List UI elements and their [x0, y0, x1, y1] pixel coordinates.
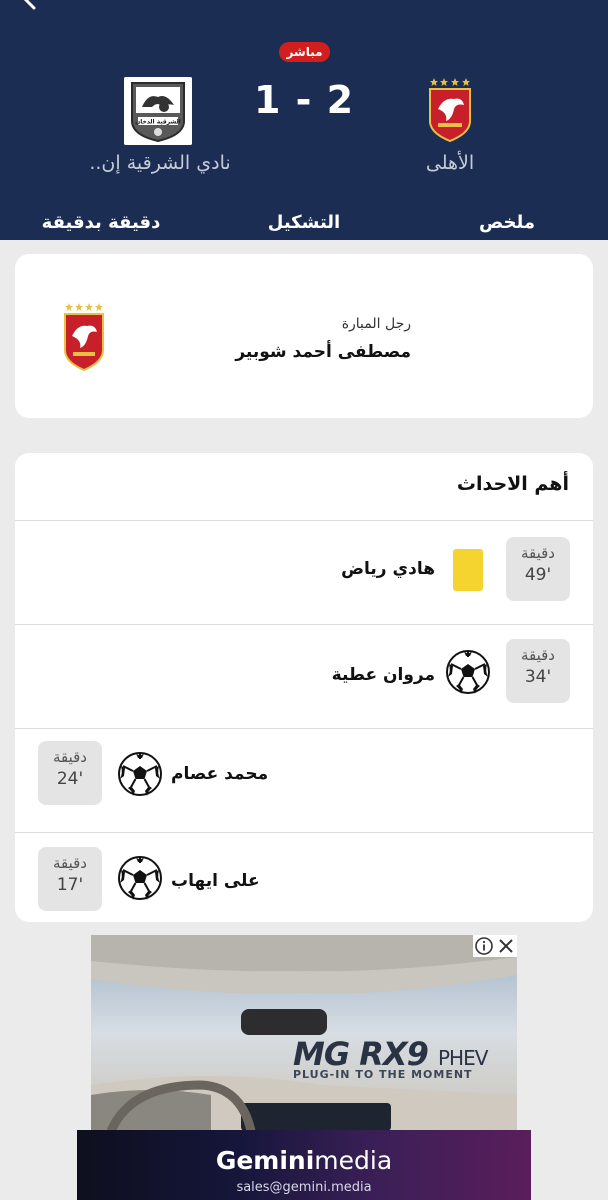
ad-close-icon[interactable] [495, 935, 517, 957]
ad-tagline: PLUG-IN TO THE MOMENT [293, 1068, 473, 1081]
man-of-match-card[interactable]: رجل المبارة مصطفى أحمد شوبير [15, 254, 593, 418]
event-row[interactable]: دقيقة 34' مروان عطية [15, 624, 593, 728]
minute-box: دقيقة 49' [506, 537, 570, 601]
event-player-name: على ايهاب [171, 871, 260, 891]
svg-text:الشرقية الدخان: الشرقية الدخان [135, 119, 181, 126]
tab-lineup[interactable]: التشكيل [266, 212, 342, 233]
tab-summary[interactable]: ملخص [478, 212, 536, 233]
away-team-logo[interactable]: الشرقية الدخان [124, 77, 192, 145]
advertisement-banner[interactable]: MG RX9 PHEV PLUG-IN TO THE MOMENT [91, 935, 517, 1131]
event-row[interactable]: دقيقة 24' محمد عصام [15, 728, 593, 832]
ad-car-interior-image [91, 935, 517, 1131]
event-player-name: مروان عطية [331, 665, 435, 685]
event-minute: 34' [524, 667, 552, 687]
live-badge: مباشر [279, 42, 330, 62]
event-minute: 17' [56, 875, 84, 895]
soccer-ball-icon [118, 856, 162, 900]
match-header: مباشر 1 - 2 الشرقية الدخان الأهلى نادي ا… [0, 0, 608, 240]
home-team-logo[interactable] [424, 75, 476, 143]
event-minute: 49' [524, 565, 552, 585]
gemini-media-logo: Geminimedia [215, 1146, 393, 1175]
minute-box: دقيقة 34' [506, 639, 570, 703]
match-score: 1 - 2 [253, 78, 355, 122]
minute-box: دقيقة 17' [38, 847, 102, 911]
soccer-ball-icon [446, 650, 490, 694]
gemini-media-ad-footer[interactable]: Geminimedia sales@gemini.media [77, 1130, 531, 1200]
ad-info-icon[interactable] [473, 935, 495, 957]
yellow-card-icon [453, 549, 483, 591]
back-arrow-icon[interactable] [18, 0, 46, 10]
minute-box: دقيقة 24' [38, 741, 102, 805]
key-events-title: أهم الاحداث [456, 473, 569, 495]
event-player-name: محمد عصام [171, 764, 269, 784]
man-of-match-team-logo [64, 303, 104, 372]
match-tabs: ملخص التشكيل دقيقة بدقيقة [0, 212, 608, 240]
event-row[interactable]: دقيقة 17' على ايهاب [15, 832, 593, 922]
man-of-match-name: مصطفى أحمد شوبير [235, 342, 411, 362]
event-player-name: هادي رياض [341, 559, 435, 579]
soccer-ball-icon [118, 752, 162, 796]
tab-minute-by-minute[interactable]: دقيقة بدقيقة [38, 212, 164, 233]
home-team-name[interactable]: الأهلى [380, 152, 520, 174]
event-row[interactable]: دقيقة 49' هادي رياض [15, 520, 593, 624]
event-minute: 24' [56, 769, 84, 789]
away-team-name[interactable]: نادي الشرقية إن.. [70, 152, 250, 174]
gemini-media-email: sales@gemini.media [236, 1180, 372, 1195]
key-events-card: أهم الاحداث دقيقة 49' هادي رياض دقيقة 34… [15, 453, 593, 922]
man-of-match-label: رجل المبارة [341, 316, 411, 332]
